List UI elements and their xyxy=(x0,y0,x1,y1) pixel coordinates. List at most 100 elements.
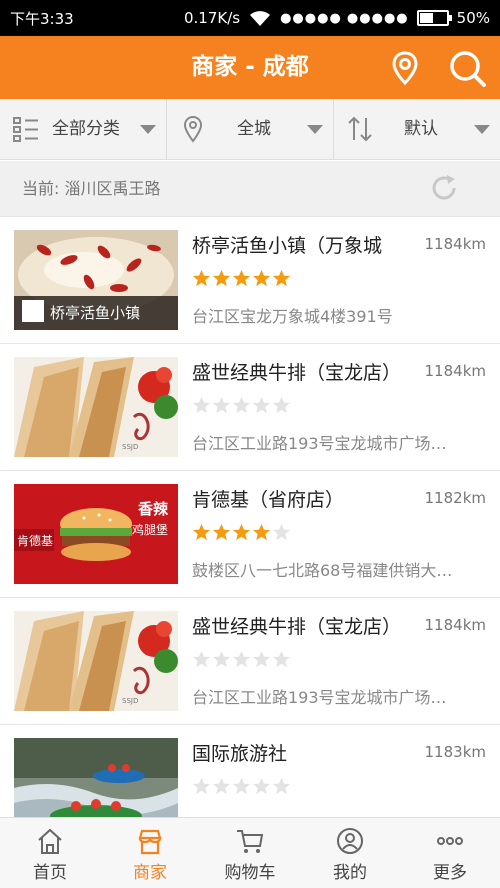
merchant-name: 桥亭活鱼小镇（万象城 xyxy=(192,235,383,257)
header-bar: 商家 - 成都 xyxy=(0,36,500,99)
star-icon xyxy=(192,523,211,541)
merchant-list: 桥亭活鱼小镇 桥亭活鱼小镇（万象城 1184km 台江区宝龙万象城4楼391号 SSJD… xyxy=(0,217,500,817)
merchant-distance: 1182km xyxy=(424,489,486,507)
merchant-distance: 1184km xyxy=(424,616,486,634)
search-icon xyxy=(450,51,486,87)
category-list-icon xyxy=(13,117,38,142)
star-icon xyxy=(252,777,271,795)
refresh-icon[interactable] xyxy=(428,172,460,204)
bottom-tab-bar: 首页 商家 购物车 我的 更多 xyxy=(0,817,500,888)
star-icon xyxy=(192,396,211,414)
user-icon xyxy=(337,828,363,854)
wifi-icon xyxy=(250,11,271,26)
star-icon xyxy=(232,396,251,414)
star-icon xyxy=(212,777,231,795)
tab-home[interactable]: 首页 xyxy=(0,818,100,888)
star-icon xyxy=(272,396,291,414)
svg-text:SSJD: SSJD xyxy=(122,443,138,451)
search-button[interactable] xyxy=(446,47,488,89)
merchant-distance: 1184km xyxy=(424,235,486,253)
battery-percent: 50% xyxy=(456,9,490,27)
merchant-rating xyxy=(192,396,291,415)
tab-label: 商家 xyxy=(133,863,167,883)
star-icon xyxy=(232,777,251,795)
tab-user[interactable]: 我的 xyxy=(300,818,400,888)
filter-category-label: 全部分类 xyxy=(52,119,120,139)
star-icon xyxy=(212,523,231,541)
merchant-item[interactable]: SSJD 盛世经典牛排（宝龙店） 1184km 台江区工业路193号宝龙城市广场… xyxy=(0,598,500,725)
merchant-distance: 1184km xyxy=(424,362,486,380)
merchant-name: 肯德基（省府店） xyxy=(192,489,345,511)
location-pin-icon xyxy=(183,115,203,143)
star-icon xyxy=(252,396,271,414)
star-icon xyxy=(272,777,291,795)
star-icon xyxy=(272,650,291,668)
shop-icon xyxy=(138,829,162,855)
merchant-address: 台江区宝龙万象城4楼391号 xyxy=(192,307,393,326)
signal-icon: ●●●●● ●●●●● xyxy=(280,10,409,26)
svg-text:肯德基: 肯德基 xyxy=(17,533,53,548)
battery-icon xyxy=(416,10,452,26)
current-location-text: 当前: 淄川区禹王路 xyxy=(22,179,161,198)
merchant-thumbnail: 肯德基 香辣 鸡腿堡 xyxy=(14,484,178,584)
merchant-item[interactable]: 肯德基 香辣 鸡腿堡 肯德基（省府店） 1182km 鼓楼区八一七北路68号福建供销大… xyxy=(0,471,500,598)
tab-cart[interactable]: 购物车 xyxy=(200,818,300,888)
star-icon xyxy=(192,650,211,668)
filter-sort-label: 默认 xyxy=(404,119,438,139)
status-bar: 下午3:33 0.17K/s ●●●●● ●●●●● 50% xyxy=(0,0,500,36)
star-icon xyxy=(232,523,251,541)
status-time: 下午3:33 xyxy=(10,9,74,28)
star-icon xyxy=(212,650,231,668)
home-icon xyxy=(38,828,62,854)
star-icon xyxy=(192,777,211,795)
star-icon xyxy=(252,650,271,668)
merchant-item[interactable]: SSJD 盛世经典牛排（宝龙店） 1184km 台江区工业路193号宝龙城市广场… xyxy=(0,344,500,471)
filter-category[interactable]: 全部分类 xyxy=(0,99,166,159)
current-location-bar: 当前: 淄川区禹王路 xyxy=(0,161,500,217)
tab-label: 我的 xyxy=(333,863,367,883)
star-icon xyxy=(252,269,271,287)
merchant-rating xyxy=(192,523,291,542)
svg-text:香辣: 香辣 xyxy=(138,500,169,518)
cart-icon xyxy=(237,830,264,853)
network-speed: 0.17K/s xyxy=(183,9,241,27)
star-icon xyxy=(192,269,211,287)
tab-label: 购物车 xyxy=(224,863,276,883)
star-icon xyxy=(272,269,291,287)
merchant-rating xyxy=(192,777,291,796)
merchant-name: 盛世经典牛排（宝龙店） xyxy=(192,362,402,384)
merchant-rating xyxy=(192,269,291,288)
merchant-name: 盛世经典牛排（宝龙店） xyxy=(192,616,402,638)
star-icon xyxy=(232,269,251,287)
tab-shop[interactable]: 商家 xyxy=(100,818,200,888)
merchant-rating xyxy=(192,650,291,669)
merchant-thumbnail: 桥亭活鱼小镇 xyxy=(14,230,178,330)
star-icon xyxy=(212,269,231,287)
filter-bar: 全部分类 全城 默认 xyxy=(0,99,500,160)
chevron-down-icon xyxy=(307,125,323,134)
star-icon xyxy=(212,396,231,414)
merchant-thumbnail: SSJD xyxy=(14,611,178,711)
merchant-address: 鼓楼区八一七北路68号福建供销大… xyxy=(192,561,453,580)
star-icon xyxy=(272,523,291,541)
tab-label: 更多 xyxy=(433,863,467,883)
filter-area[interactable]: 全城 xyxy=(166,99,333,159)
merchant-distance: 1183km xyxy=(424,743,486,761)
chevron-down-icon xyxy=(474,125,490,134)
filter-sort[interactable]: 默认 xyxy=(333,99,500,159)
merchant-thumbnail: SSJD xyxy=(14,357,178,457)
merchant-name: 国际旅游社 xyxy=(192,743,288,765)
svg-text:桥亭活鱼小镇: 桥亭活鱼小镇 xyxy=(50,304,140,322)
tab-label: 首页 xyxy=(33,863,67,883)
more-icon xyxy=(437,837,463,845)
merchant-address: 台江区工业路193号宝龙城市广场… xyxy=(192,434,447,453)
svg-text:SSJD: SSJD xyxy=(122,697,138,705)
filter-area-label: 全城 xyxy=(237,119,271,139)
merchant-item[interactable]: 桥亭活鱼小镇 桥亭活鱼小镇（万象城 1184km 台江区宝龙万象城4楼391号 xyxy=(0,217,500,344)
star-icon xyxy=(252,523,271,541)
star-icon xyxy=(232,650,251,668)
location-button[interactable] xyxy=(384,47,426,89)
sort-icon xyxy=(348,116,372,142)
merchant-item[interactable]: 国际旅游社 1183km xyxy=(0,725,500,817)
tab-more[interactable]: 更多 xyxy=(400,818,500,888)
